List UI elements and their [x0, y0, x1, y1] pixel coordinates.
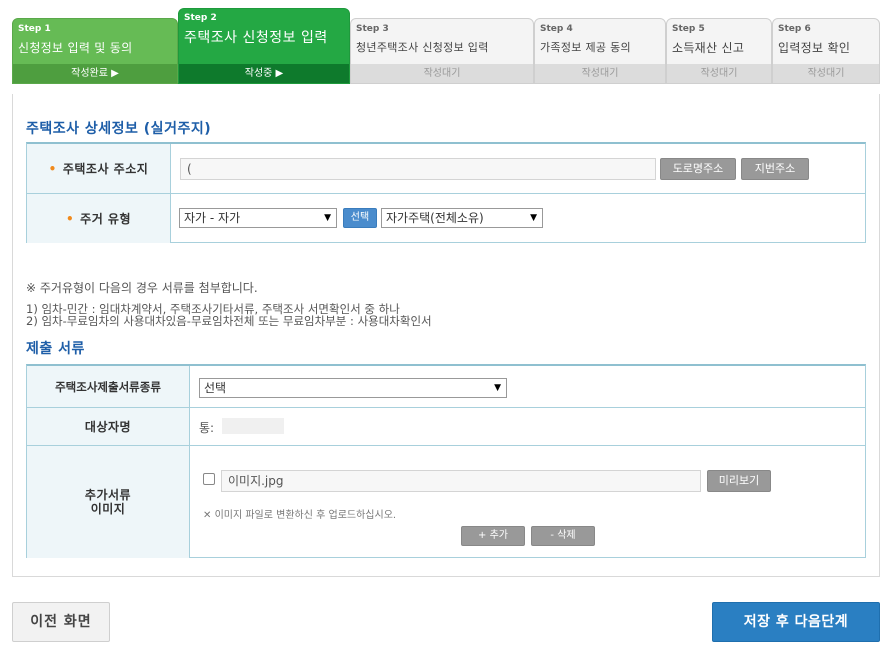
- target-name-value: 통:: [199, 421, 215, 435]
- target-name-row: 대상자명 통:: [27, 408, 865, 446]
- housing-table: • 주택조사 주소지 ( 도로명주소 지번주소 • 주거 유형 자가 - 자가 …: [26, 142, 866, 243]
- road-address-button[interactable]: 도로명주소: [660, 158, 736, 180]
- step-number: Step 3: [356, 24, 389, 34]
- address-input[interactable]: (: [180, 158, 656, 180]
- select-button[interactable]: 선택: [343, 208, 377, 228]
- step-number: Step 4: [540, 24, 573, 34]
- save-next-button[interactable]: 저장 후 다음단계: [712, 602, 880, 642]
- step-2: Step 2 주택조사 신청정보 입력 작성중 ▶: [178, 8, 350, 84]
- documents-section-title: 제출 서류: [26, 341, 85, 357]
- extra-doc-row: 추가서류 이미지 이미지.jpg 미리보기 ✕ 이미지 파일로 변환하신 후 업…: [27, 446, 865, 558]
- address-label-cell: • 주택조사 주소지: [27, 144, 171, 193]
- step-number: Step 2: [184, 13, 217, 23]
- residence-type-select[interactable]: 자가 - 자가 ▼: [179, 208, 337, 228]
- upload-note-text: 이미지 파일로 변환하신 후 업로드하십시오.: [214, 510, 397, 521]
- step-title: 입력정보 확인: [778, 41, 851, 55]
- housing-section-title: 주택조사 상세정보 (실거주지): [26, 121, 212, 137]
- step-progress-bar: Step 1 신청정보 입력 및 동의 작성완료 ▶ Step 2 주택조사 신…: [12, 8, 880, 94]
- step-title: 청년주택조사 신청정보 입력: [356, 41, 489, 54]
- lot-address-button[interactable]: 지번주소: [741, 158, 809, 180]
- doc-type-value: 선택: [204, 381, 227, 395]
- extra-doc-label-line1: 추가서류: [84, 488, 132, 502]
- address-label: 주택조사 주소지: [62, 162, 149, 176]
- step-status: 작성완료 ▶: [13, 64, 177, 83]
- dropdown-arrow-icon: ▼: [530, 213, 537, 223]
- dropdown-arrow-icon: ▼: [494, 383, 501, 393]
- attachment-note-heading: ※ 주거유형이 다음의 경우 서류를 첨부합니다.: [26, 281, 258, 295]
- previous-screen-button[interactable]: 이전 화면: [12, 602, 110, 642]
- note-mark-icon: ✕: [203, 510, 212, 521]
- step-number: Step 5: [672, 24, 705, 34]
- file-name-field[interactable]: 이미지.jpg: [221, 470, 701, 492]
- step-1: Step 1 신청정보 입력 및 동의 작성완료 ▶: [12, 18, 178, 84]
- residence-subtype-select[interactable]: 자가주택(전체소유) ▼: [381, 208, 543, 228]
- step-status: 작성대기: [535, 64, 665, 83]
- step-3: Step 3 청년주택조사 신청정보 입력 작성대기: [350, 18, 534, 84]
- add-file-button[interactable]: + 추가: [461, 526, 525, 546]
- residence-type-row: • 주거 유형 자가 - 자가 ▼ 선택 자가주택(전체소유) ▼: [27, 194, 865, 243]
- step-status: 작성대기: [773, 64, 879, 83]
- step-title: 신청정보 입력 및 동의: [18, 41, 133, 55]
- step-number: Step 6: [778, 24, 811, 34]
- file-checkbox[interactable]: [203, 473, 215, 485]
- step-status: 작성대기: [667, 64, 771, 83]
- dropdown-arrow-icon: ▼: [324, 213, 331, 223]
- residence-type-value: 자가 - 자가: [184, 211, 241, 225]
- doc-type-label: 주택조사제출서류종류: [27, 366, 190, 407]
- required-mark: •: [48, 161, 57, 176]
- residence-type-label: 주거 유형: [80, 212, 131, 226]
- step-title: 소득재산 신고: [672, 41, 745, 55]
- step-status: 작성중 ▶: [179, 64, 349, 83]
- redacted-name: [222, 418, 284, 434]
- documents-table: 주택조사제출서류종류 선택 ▼ 대상자명 통: 추가서류 이미지 이미지.jpg…: [26, 364, 866, 558]
- extra-doc-label-line2: 이미지: [90, 502, 126, 516]
- required-mark: •: [65, 211, 75, 226]
- address-row: • 주택조사 주소지 ( 도로명주소 지번주소: [27, 144, 865, 194]
- doc-type-select[interactable]: 선택 ▼: [199, 378, 507, 398]
- residence-type-label-cell: • 주거 유형: [27, 194, 171, 243]
- attachment-note-2: 2) 임차-무료임차의 사용대차있음-무료임차전체 또는 무료임차부분 : 사용…: [26, 314, 432, 328]
- step-number: Step 1: [18, 24, 51, 34]
- extra-doc-label-cell: 추가서류 이미지: [27, 446, 190, 558]
- step-4: Step 4 가족정보 제공 동의 작성대기: [534, 18, 666, 84]
- doc-type-row: 주택조사제출서류종류 선택 ▼: [27, 366, 865, 408]
- step-status: 작성대기: [351, 64, 533, 83]
- step-5: Step 5 소득재산 신고 작성대기: [666, 18, 772, 84]
- delete-file-button[interactable]: - 삭제: [531, 526, 595, 546]
- step-6: Step 6 입력정보 확인 작성대기: [772, 18, 880, 84]
- step-title: 주택조사 신청정보 입력: [184, 30, 328, 46]
- target-name-label: 대상자명: [27, 408, 190, 445]
- preview-button[interactable]: 미리보기: [707, 470, 771, 492]
- residence-subtype-value: 자가주택(전체소유): [386, 211, 484, 225]
- upload-note: ✕ 이미지 파일로 변환하신 후 업로드하십시오.: [203, 506, 396, 521]
- step-title: 가족정보 제공 동의: [540, 41, 631, 54]
